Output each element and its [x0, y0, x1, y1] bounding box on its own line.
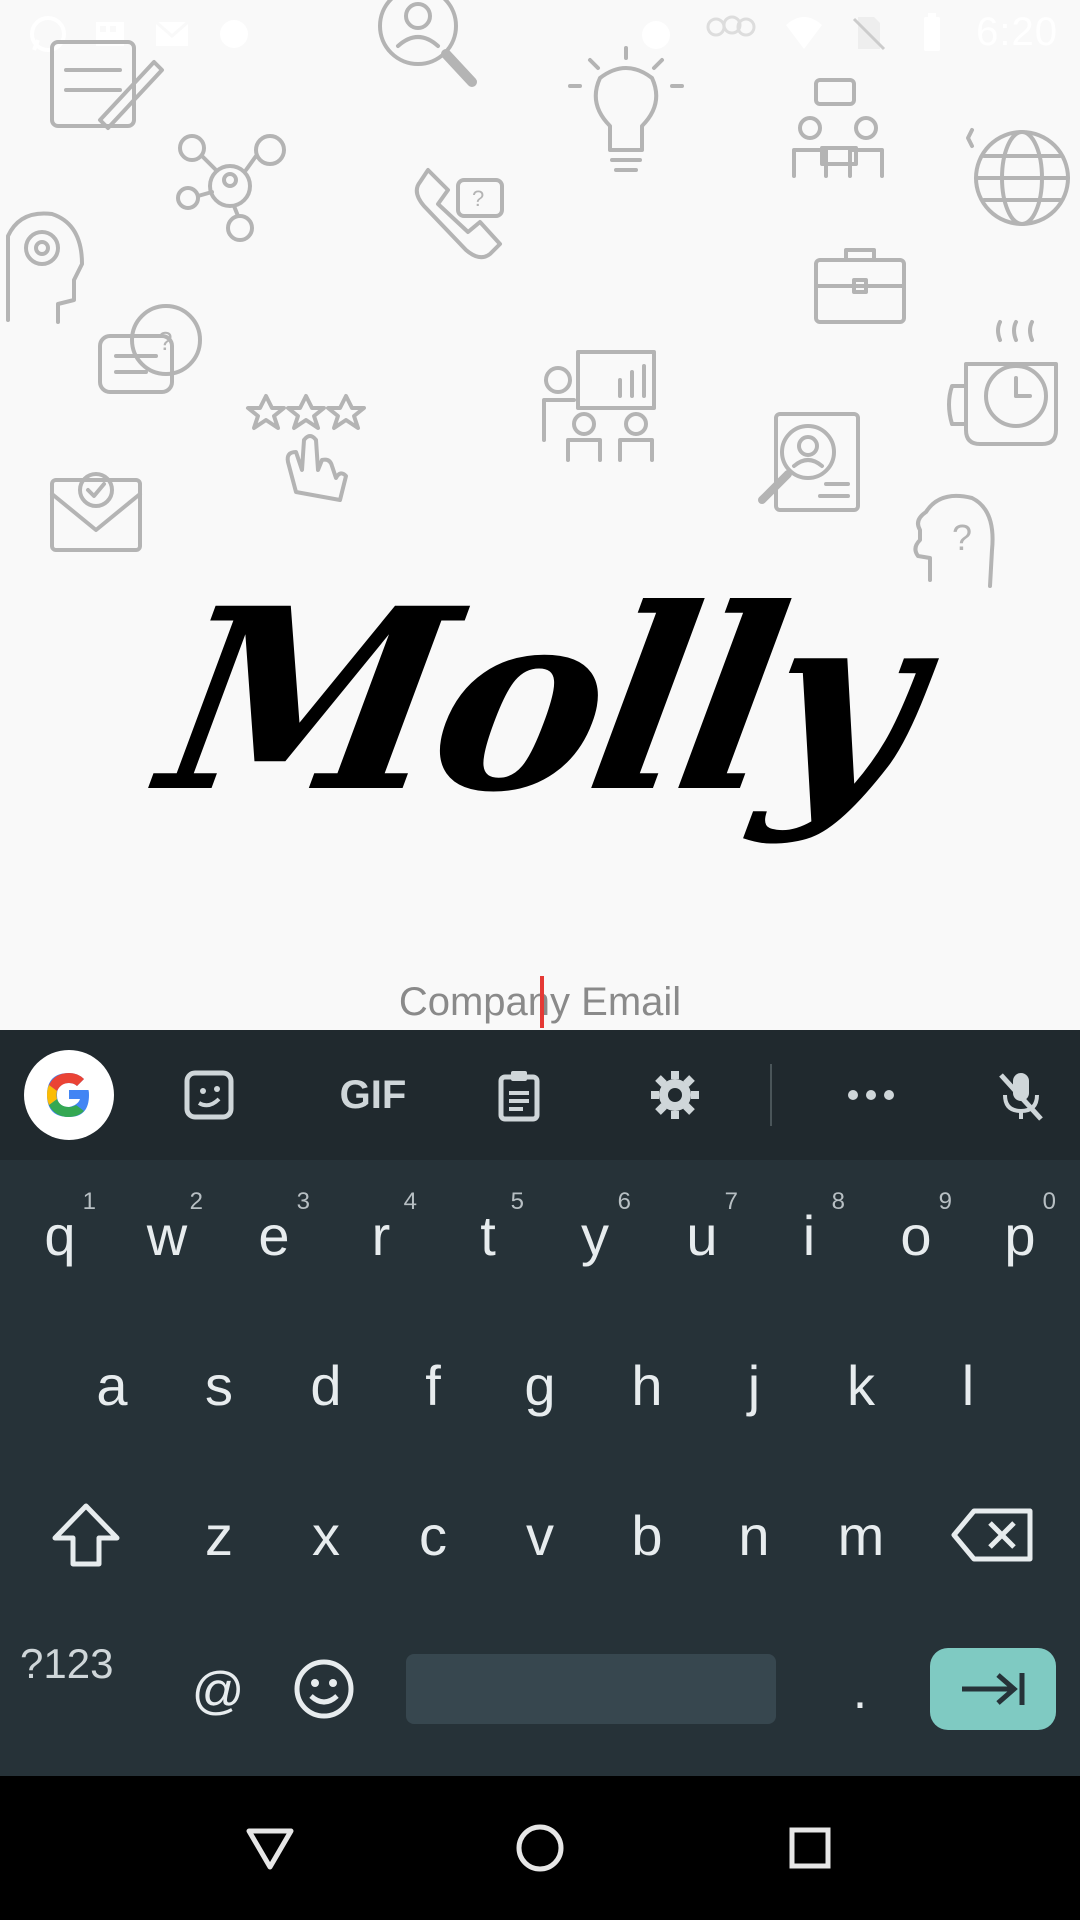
- key-r[interactable]: r4: [331, 1180, 431, 1290]
- text-cursor: [540, 976, 544, 1028]
- gif-button[interactable]: GIF: [318, 1050, 428, 1140]
- shift-icon[interactable]: [26, 1480, 146, 1590]
- network-icon: [176, 134, 286, 242]
- recents-icon[interactable]: [778, 1816, 842, 1880]
- more-icon[interactable]: [826, 1050, 916, 1140]
- globe-icon: [966, 128, 1070, 226]
- key-l[interactable]: l: [918, 1330, 1018, 1440]
- key-period[interactable]: .: [810, 1636, 910, 1746]
- meeting-icon: [792, 78, 884, 178]
- phone-help-icon: ?: [414, 168, 504, 260]
- lightbulb-icon: [568, 46, 684, 172]
- key-at[interactable]: @: [168, 1636, 268, 1746]
- briefcase-icon: [814, 248, 906, 324]
- key-o[interactable]: o9: [866, 1180, 966, 1290]
- key-a[interactable]: a: [62, 1330, 162, 1440]
- navigation-bar: [0, 1776, 1080, 1920]
- key-q[interactable]: q1: [10, 1180, 110, 1290]
- background-doodles: ? ? ?: [6, 0, 1070, 588]
- key-f[interactable]: f: [383, 1330, 483, 1440]
- symbols-key[interactable]: ?123: [20, 1640, 113, 1688]
- key-h[interactable]: h: [597, 1330, 697, 1440]
- sticker-icon[interactable]: [164, 1050, 254, 1140]
- key-x[interactable]: x: [276, 1480, 376, 1590]
- key-i[interactable]: i8: [759, 1180, 859, 1290]
- key-w[interactable]: w2: [117, 1180, 217, 1290]
- key-g[interactable]: g: [490, 1330, 590, 1440]
- key-e[interactable]: e3: [224, 1180, 324, 1290]
- svg-text:?: ?: [472, 186, 484, 211]
- key-v[interactable]: v: [490, 1480, 590, 1590]
- home-icon[interactable]: [508, 1816, 572, 1880]
- chat-help-icon: ?: [98, 304, 202, 394]
- key-m[interactable]: m: [811, 1480, 911, 1590]
- coffee-clock-icon: [947, 320, 1058, 446]
- key-n[interactable]: n: [704, 1480, 804, 1590]
- settings-icon[interactable]: [630, 1050, 720, 1140]
- keyboard-toolbar: GIF: [0, 1030, 1080, 1160]
- head-gear-icon: [6, 211, 84, 324]
- mic-off-icon[interactable]: [976, 1050, 1066, 1140]
- google-icon[interactable]: [24, 1050, 114, 1140]
- next-field-button[interactable]: [930, 1648, 1056, 1730]
- key-s[interactable]: s: [169, 1330, 269, 1440]
- key-b[interactable]: b: [597, 1480, 697, 1590]
- molly-logo: Molly: [120, 540, 960, 860]
- emoji-icon[interactable]: [274, 1634, 374, 1744]
- key-p[interactable]: p0: [970, 1180, 1070, 1290]
- key-d[interactable]: d: [276, 1330, 376, 1440]
- logo-text: Molly: [144, 553, 936, 847]
- tab-next-icon: [962, 1673, 1025, 1705]
- key-k[interactable]: k: [811, 1330, 911, 1440]
- key-u[interactable]: u7: [652, 1180, 752, 1290]
- backspace-icon[interactable]: [932, 1480, 1052, 1590]
- search-person-icon: [378, 0, 477, 87]
- envelope-check-icon: [50, 472, 142, 552]
- key-z[interactable]: z: [169, 1480, 269, 1590]
- planner-icon: [50, 40, 164, 130]
- rating-hand-icon: [246, 394, 366, 502]
- back-icon[interactable]: [238, 1816, 302, 1880]
- key-j[interactable]: j: [704, 1330, 804, 1440]
- clipboard-icon[interactable]: [474, 1050, 564, 1140]
- key-t[interactable]: t5: [438, 1180, 538, 1290]
- key-c[interactable]: c: [383, 1480, 483, 1590]
- presentation-icon: [542, 350, 656, 462]
- key-y[interactable]: y6: [545, 1180, 645, 1290]
- svg-text:?: ?: [158, 326, 172, 356]
- document-search-icon: [758, 412, 860, 512]
- space-bar[interactable]: [406, 1654, 776, 1724]
- toolbar-divider: [770, 1064, 772, 1126]
